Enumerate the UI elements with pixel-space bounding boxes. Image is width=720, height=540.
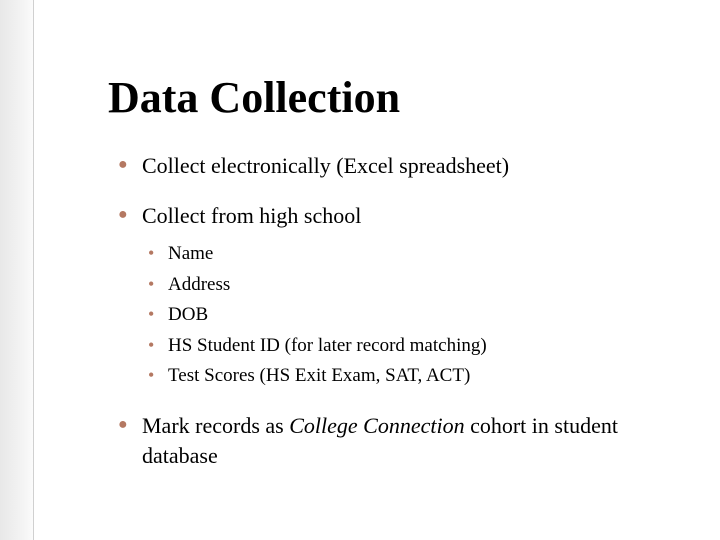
sub-list-item: Name — [148, 240, 660, 269]
list-item-text-italic: College Connection — [289, 413, 464, 438]
sub-list-item-text: HS Student ID (for later record matching… — [168, 335, 487, 356]
sub-list: Name Address DOB HS Student ID (for late… — [148, 240, 660, 391]
list-item-text: Collect electronically (Excel spreadshee… — [142, 153, 509, 178]
list-item: Collect electronically (Excel spreadshee… — [118, 151, 660, 181]
list-item-text: Collect from high school — [142, 203, 361, 228]
sub-list-item-text: Test Scores (HS Exit Exam, SAT, ACT) — [168, 365, 470, 386]
main-list: Collect electronically (Excel spreadshee… — [118, 151, 660, 470]
sub-list-item: DOB — [148, 301, 660, 330]
sub-list-item-text: DOB — [168, 304, 208, 325]
list-item: Collect from high school Name Address DO… — [118, 201, 660, 391]
sub-list-item-text: Name — [168, 243, 213, 264]
sub-list-item-text: Address — [168, 274, 230, 295]
sub-list-item: Address — [148, 271, 660, 300]
sub-list-item: Test Scores (HS Exit Exam, SAT, ACT) — [148, 362, 660, 391]
slide-content: Data Collection Collect electronically (… — [0, 0, 720, 490]
sub-list-item: HS Student ID (for later record matching… — [148, 332, 660, 361]
list-item-text-prefix: Mark records as — [142, 413, 289, 438]
list-item: Mark records as College Connection cohor… — [118, 411, 660, 470]
slide-title: Data Collection — [108, 72, 660, 123]
